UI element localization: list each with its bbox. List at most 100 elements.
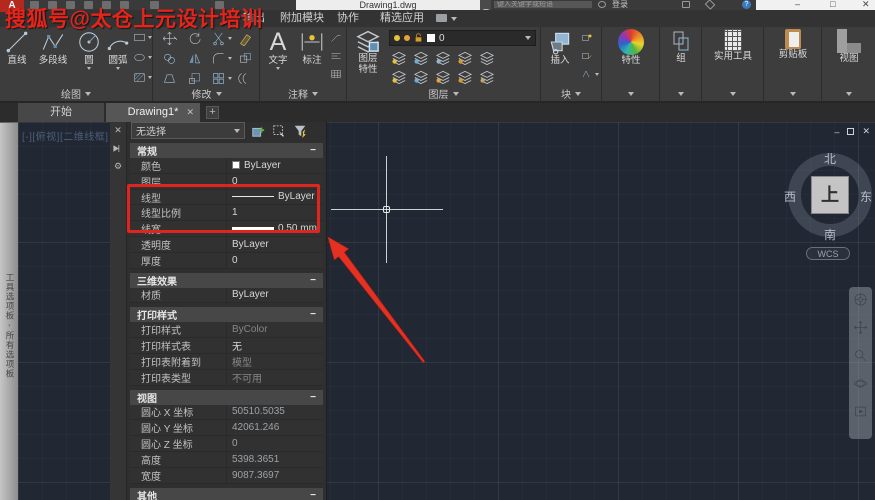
section-3d-effects[interactable]: 三维效果−	[130, 273, 323, 288]
mirror-button[interactable]	[187, 51, 202, 66]
text-button[interactable]: A 文字	[264, 29, 292, 70]
layer-tool-1[interactable]	[391, 51, 407, 65]
drawing-minimize-button[interactable]: –	[834, 127, 839, 137]
define-attribute-button[interactable]	[581, 69, 599, 79]
layer-unlock-icon[interactable]	[414, 33, 423, 43]
circle-button[interactable]: 圆	[76, 29, 102, 70]
window-minimize-button[interactable]: –	[795, 0, 800, 9]
tool-palette-titlebar[interactable]: 工具选项板 - 所有选项板	[0, 122, 18, 500]
explode-button[interactable]	[238, 51, 253, 66]
tab-drawing1[interactable]: Drawing1*✕	[106, 103, 200, 122]
palette-autohide-icon[interactable]	[113, 144, 123, 153]
prop-row-center-x[interactable]: 圆心 X 坐标50510.5035	[130, 405, 323, 421]
collapse-icon[interactable]: −	[310, 275, 316, 286]
app-store-cart-icon[interactable]	[682, 1, 690, 8]
window-close-button[interactable]: ✕	[862, 0, 870, 10]
rectangle-button[interactable]	[133, 32, 152, 43]
dimension-button[interactable]: 标注	[296, 29, 328, 66]
panel-label-properties[interactable]	[602, 87, 659, 100]
prop-row-linetype-scale[interactable]: 线型比例1	[130, 205, 323, 221]
panel-label-annotate[interactable]: 注释	[260, 87, 346, 100]
collapse-icon[interactable]: −	[310, 309, 316, 320]
offset-button[interactable]	[238, 71, 253, 86]
mleader-button[interactable]	[330, 51, 342, 61]
section-plot-style[interactable]: 打印样式−	[130, 307, 323, 322]
account-icon[interactable]	[598, 1, 606, 8]
tab-close-icon[interactable]: ✕	[186, 103, 194, 122]
layer-tool-4[interactable]	[457, 51, 473, 65]
copy-button[interactable]	[162, 51, 177, 66]
leader-button[interactable]	[330, 33, 342, 43]
fillet-button[interactable]	[211, 51, 232, 66]
viewport-controls-label[interactable]: [-][俯视][二维线框]	[22, 128, 109, 143]
selection-dropdown[interactable]: 无选择	[131, 122, 245, 139]
prop-row-lineweight[interactable]: 线宽0.50 mm	[130, 221, 323, 237]
view-button[interactable]: 视图	[834, 29, 864, 64]
layer-tool-5[interactable]	[479, 51, 495, 65]
prop-row-color[interactable]: 颜色ByLayer	[130, 158, 323, 174]
panel-label-clipboard[interactable]	[764, 87, 821, 100]
search-input[interactable]: 键入关键字或短语	[493, 0, 593, 9]
layer-properties-button[interactable]: 图层 特性	[349, 29, 387, 75]
move-button[interactable]	[162, 31, 177, 46]
ellipse-button[interactable]	[133, 52, 152, 63]
nav-orbit-icon[interactable]	[853, 376, 868, 391]
rotate-button[interactable]	[187, 31, 202, 46]
section-general[interactable]: 常规−	[130, 143, 323, 158]
trim-button[interactable]	[211, 31, 232, 46]
arc-caret[interactable]	[116, 67, 120, 70]
nav-zoom-icon[interactable]	[853, 348, 868, 363]
autodesk-app-icon[interactable]	[705, 0, 716, 10]
prop-row-linetype[interactable]: 线型ByLayer	[130, 190, 323, 206]
tab-featured-apps[interactable]: 精选应用	[380, 10, 424, 27]
edit-block-button[interactable]	[581, 51, 593, 61]
tab-collaborate[interactable]: 协作	[337, 10, 359, 27]
panel-label-block[interactable]: 块	[541, 87, 601, 100]
scale-button[interactable]	[187, 71, 202, 86]
palette-close-icon[interactable]: ✕	[114, 125, 122, 136]
insert-button[interactable]: 插入	[543, 29, 577, 66]
layer-dropdown-caret[interactable]	[525, 36, 531, 40]
clipboard-button[interactable]: 剪贴板	[774, 29, 812, 60]
viewcube-east[interactable]: 东	[860, 188, 872, 205]
prop-row-plot-type[interactable]: 打印表类型不可用	[130, 370, 323, 386]
collapse-icon[interactable]: −	[310, 490, 316, 500]
tab-addins[interactable]: 附加模块	[280, 10, 324, 27]
utilities-button[interactable]: 实用工具	[712, 29, 754, 62]
prop-row-plot-attached[interactable]: 打印表附着到模型	[130, 354, 323, 370]
polyline-button[interactable]: 多段线	[32, 29, 74, 66]
toggle-pickadd-button[interactable]	[249, 123, 266, 139]
panel-label-modify[interactable]: 修改	[154, 87, 259, 100]
layer-tool-3[interactable]	[435, 51, 451, 65]
layer-freeze-sun-icon[interactable]	[404, 35, 410, 41]
signin-button[interactable]: 登录	[612, 0, 628, 10]
nav-showmotion-icon[interactable]	[853, 404, 868, 419]
layer-tool-10[interactable]	[479, 70, 495, 84]
drawing-close-button[interactable]: ✕	[862, 126, 870, 137]
properties-match-button[interactable]: 特性	[616, 29, 646, 66]
layer-color-swatch[interactable]	[427, 34, 435, 42]
prop-row-transparency[interactable]: 透明度ByLayer	[130, 237, 323, 253]
panel-label-group[interactable]	[660, 87, 701, 100]
prop-row-height[interactable]: 高度5398.3651	[130, 452, 323, 468]
viewcube-north[interactable]: 北	[824, 150, 836, 167]
help-icon[interactable]: ?	[742, 0, 751, 9]
drawing-restore-button[interactable]	[847, 128, 854, 135]
circle-caret[interactable]	[87, 67, 91, 70]
ribbon-display-caret[interactable]	[451, 17, 457, 21]
layer-dropdown[interactable]: 0	[389, 30, 536, 46]
window-maximize-button[interactable]: □	[830, 0, 835, 9]
select-objects-button[interactable]	[270, 123, 287, 139]
wcs-dropdown[interactable]: WCS	[806, 247, 850, 260]
prop-row-plot-style[interactable]: 打印样式ByColor	[130, 322, 323, 338]
nav-wheel-icon[interactable]	[853, 292, 868, 307]
layer-tool-9[interactable]	[457, 70, 473, 84]
hatch-button[interactable]	[133, 72, 152, 83]
create-block-button[interactable]	[581, 33, 593, 43]
collapse-icon[interactable]: −	[310, 392, 316, 403]
panel-label-layers[interactable]: 图层	[347, 87, 540, 100]
prop-row-thickness[interactable]: 厚度0	[130, 253, 323, 269]
table-button[interactable]	[330, 69, 342, 79]
layer-tool-6[interactable]	[391, 70, 407, 84]
line-button[interactable]: 直线	[2, 29, 32, 66]
